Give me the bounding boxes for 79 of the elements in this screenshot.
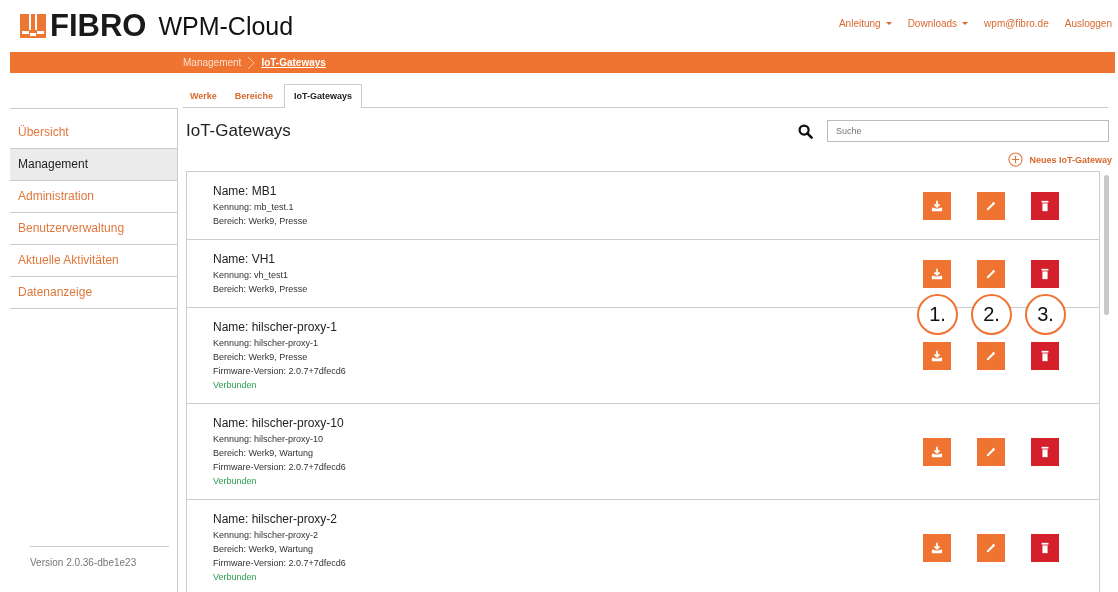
page-title: IoT-Gateways [186,121,292,141]
connection-status: Verbunden [213,572,257,583]
gateway-area: Bereich: Werk9, Wartung [213,448,314,459]
edit-button[interactable] [977,437,1005,466]
trash-icon [1039,267,1051,280]
download-button[interactable] [923,259,951,288]
download-button[interactable] [923,533,951,562]
nav-link[interactable]: Anleitung [838,17,892,29]
firmware-version: Firmware-Version: 2.0.7+7dfecd6 [213,558,346,569]
tab[interactable]: Werke [183,84,224,107]
gateway-area: Bereich: Werk9, Presse [213,284,308,295]
logo-icon [20,14,46,38]
gateway-area: Bereich: Werk9, Wartung [213,544,314,555]
trash-icon [1039,349,1051,362]
trash-icon [1039,541,1051,554]
scrollbar-thumb[interactable] [1103,175,1109,315]
search-icon [798,123,813,139]
download-icon [931,541,943,554]
gateway-name: Name: hilscher-proxy-10 [213,416,345,430]
app-name: WPM-Cloud [158,11,294,41]
gateway-id: Kennung: hilscher-proxy-1 [213,338,319,349]
gateway-name: Name: hilscher-proxy-1 [213,320,339,334]
nav-link[interactable]: Downloads [907,17,969,29]
gateway-name: Name: MB1 [213,184,278,198]
edit-button[interactable] [977,341,1005,370]
edit-button[interactable] [977,259,1005,288]
callout-number: 1. [917,294,958,335]
new-gateway-link[interactable]: Neues IoT-Gateway [1008,152,1112,167]
gateway-id: Kennung: hilscher-proxy-2 [213,530,319,541]
tab[interactable]: IoT-Gateways [283,84,362,108]
download-button[interactable] [923,191,951,220]
trash-icon [1039,199,1051,212]
download-button[interactable] [923,341,951,370]
pencil-icon [985,445,997,458]
sidebar-item[interactable]: Datenanzeige [10,277,177,309]
sidebar-item[interactable]: Aktuelle Aktivitäten [10,245,177,277]
sidebar-item[interactable]: Management [10,149,177,181]
plus-circle-icon [1008,152,1024,167]
tab[interactable]: Bereiche [227,84,280,107]
gateway-name: Name: VH1 [213,252,277,266]
edit-button[interactable] [977,191,1005,220]
connection-status: Verbunden [213,476,257,487]
download-icon [931,445,943,458]
sidebar-item[interactable]: Administration [10,181,177,213]
pencil-icon [985,349,997,362]
breadcrumb-link[interactable]: IoT-Gateways [261,57,326,68]
search-field[interactable]: Suche [827,120,1109,142]
trash-icon [1039,445,1051,458]
callout-number: 3. [1025,294,1066,335]
breadcrumb-link[interactable]: Management [183,57,242,68]
version-text: Version 2.0.36-dbe1e23 [30,546,169,584]
download-icon [931,199,943,212]
delete-button[interactable] [1031,437,1059,466]
pencil-icon [985,541,997,554]
pencil-icon [985,267,997,280]
download-icon [931,349,943,362]
gateway-name: Name: hilscher-proxy-2 [213,512,339,526]
download-icon [931,267,943,280]
gateway-id: Kennung: hilscher-proxy-10 [213,434,324,445]
delete-button[interactable] [1031,259,1059,288]
connection-status: Verbunden [213,380,257,391]
delete-button[interactable] [1031,191,1059,220]
gateway-id: Kennung: mb_test.1 [213,202,294,213]
pencil-icon [985,199,997,212]
firmware-version: Firmware-Version: 2.0.7+7dfecd6 [213,366,346,377]
firmware-version: Firmware-Version: 2.0.7+7dfecd6 [213,462,346,473]
edit-button[interactable] [977,533,1005,562]
gateway-area: Bereich: Werk9, Presse [213,216,308,227]
download-button[interactable] [923,437,951,466]
delete-button[interactable] [1031,533,1059,562]
sidebar-item[interactable]: Benutzerverwaltung [10,213,177,245]
nav-link[interactable]: wpm@fibro.de [984,17,1049,29]
nav-link[interactable]: Ausloggen [1064,17,1112,29]
chevron-icon [247,55,256,70]
gateway-id: Kennung: vh_test1 [213,270,289,281]
delete-button[interactable] [1031,341,1059,370]
gateway-area: Bereich: Werk9, Presse [213,352,308,363]
callout-number: 2. [971,294,1012,335]
logo: FIBRO [50,8,147,44]
